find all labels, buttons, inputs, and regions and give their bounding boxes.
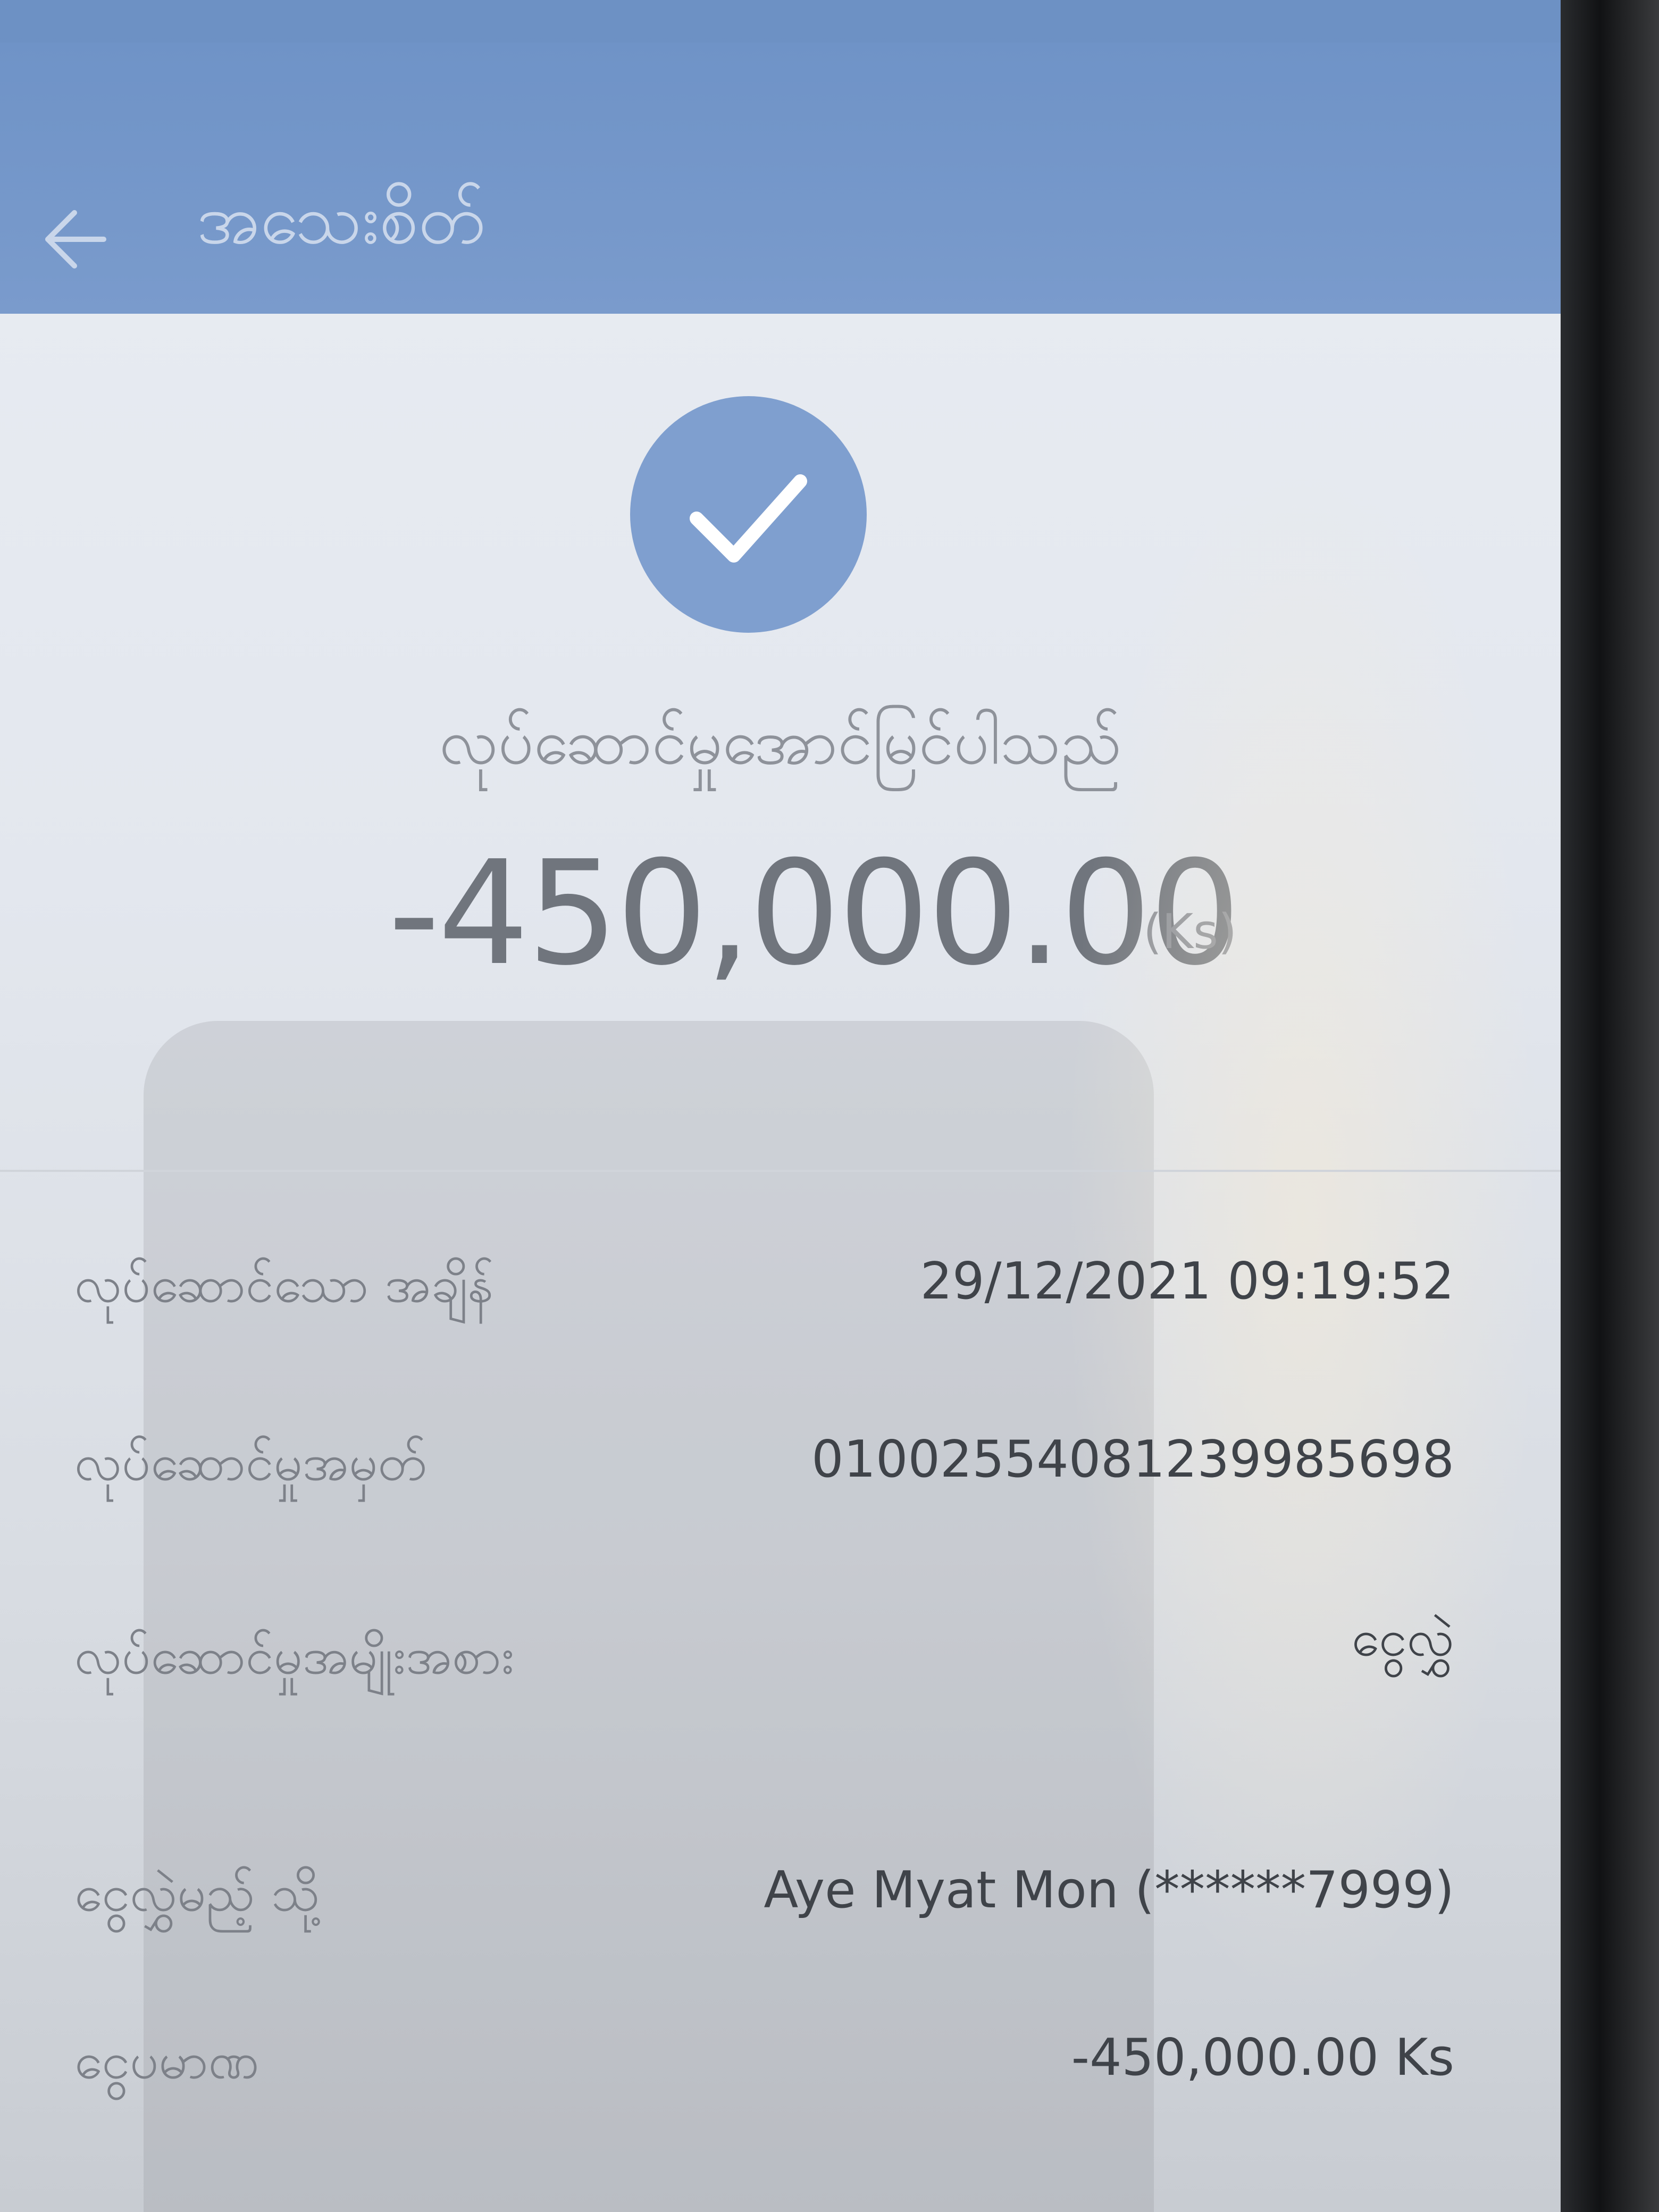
detail-label-time: လုပ်ဆောင်သော အချိန် <box>74 1255 494 1314</box>
arrow-left-icon[interactable] <box>37 202 112 276</box>
divider <box>0 1170 1561 1172</box>
phone-bezel <box>1561 0 1659 2212</box>
detail-value-type: ငွေလွှဲ <box>1351 1609 1454 1668</box>
detail-label-type: လုပ်ဆောင်မှုအမျိုးအစား <box>74 1627 515 1686</box>
screen-glare <box>1063 425 1542 2021</box>
detail-value-transaction-id: 01002554081239985698 <box>811 1430 1454 1489</box>
page-title: အသေးစိတ် <box>197 179 486 259</box>
app-bar: အသေးစိတ် <box>0 43 1561 314</box>
amount-value: -450,000.00 <box>388 830 1241 997</box>
checkmark-icon <box>690 474 807 563</box>
status-bar <box>0 0 1561 43</box>
detail-label-recipient: ငွေလွှဲမည့် သို့ <box>74 1864 320 1923</box>
detail-value-time: 29/12/2021 09:19:52 <box>920 1252 1454 1311</box>
detail-value-recipient: Aye Myat Mon (******7999) <box>764 1861 1454 1920</box>
amount-unit: (Ks) <box>1143 904 1237 960</box>
status-message: လုပ်ဆောင်မှုအောင်မြင်ပါသည် <box>439 705 1122 778</box>
detail-label-amount: ငွေပမာဏ <box>74 2032 259 2090</box>
detail-value-amount: -450,000.00 Ks <box>1071 2029 1454 2087</box>
detail-label-transaction-id: လုပ်ဆောင်မှုအမှတ် <box>74 1434 427 1492</box>
phone-screen: အသေးစိတ် လုပ်ဆောင်မှုအောင်မြင်ပါသည် -450… <box>0 0 1561 2212</box>
success-badge <box>630 396 867 633</box>
